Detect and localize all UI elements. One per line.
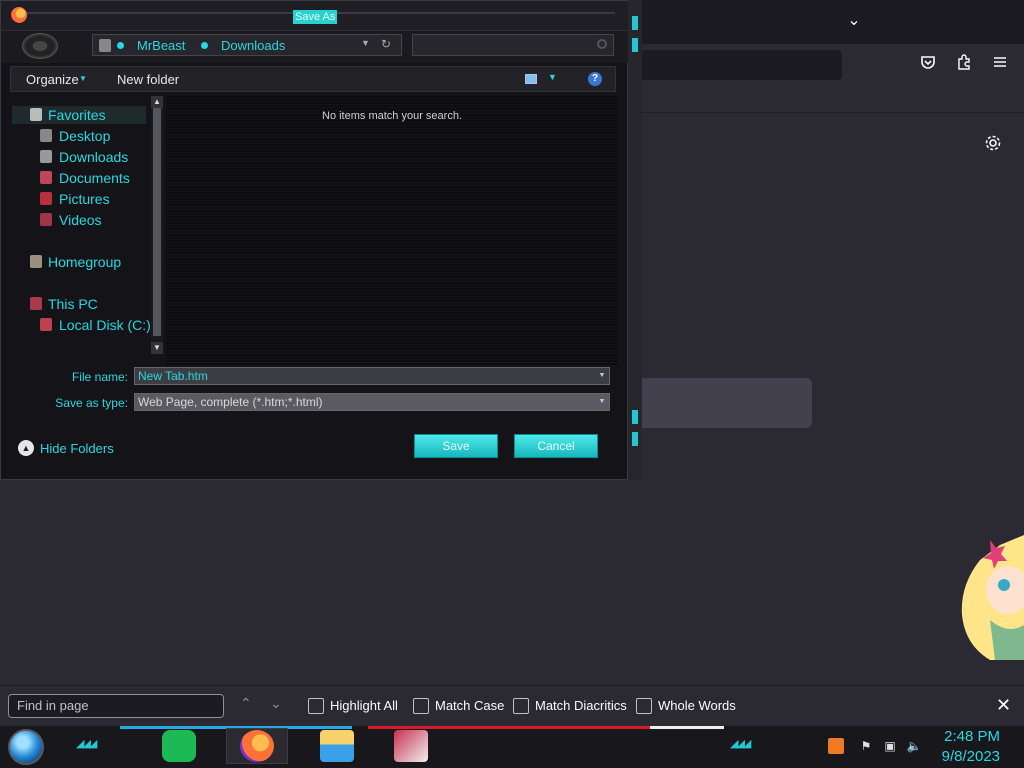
breadcrumb-downloads[interactable]: Downloads xyxy=(221,38,285,54)
nav-favorites[interactable]: Favorites xyxy=(48,106,106,124)
videos-icon xyxy=(40,213,52,226)
taskbar-decoration: ◢◢◢ xyxy=(730,738,751,750)
settings-gear-icon[interactable] xyxy=(983,134,1003,154)
new-folder-button[interactable]: New folder xyxy=(117,72,179,88)
documents-icon xyxy=(40,171,52,184)
search-icon xyxy=(597,39,607,49)
favorites-star-icon xyxy=(30,108,42,121)
this-pc-icon xyxy=(30,297,42,310)
view-options-chevron-icon[interactable]: ▼ xyxy=(548,72,557,82)
save-as-type-select[interactable]: Web Page, complete (*.htm;*.html) ▼ xyxy=(134,393,610,411)
breadcrumb-separator xyxy=(201,42,208,49)
firefox-icon[interactable] xyxy=(240,730,274,762)
hide-folders-button[interactable]: Hide Folders xyxy=(40,441,114,457)
tray-app-icon[interactable] xyxy=(828,738,844,754)
nav-pictures[interactable]: Pictures xyxy=(59,190,110,208)
whole-words-checkbox[interactable] xyxy=(636,698,652,714)
hide-folders-chevron-icon[interactable]: ▲ xyxy=(18,440,34,456)
scroll-up-button[interactable]: ▲ xyxy=(151,96,163,108)
back-forward-orb[interactable] xyxy=(22,33,58,59)
network-icon[interactable]: ▣ xyxy=(882,738,898,754)
find-bar: Find in page ⌃ ⌄ Highlight All Match Cas… xyxy=(0,685,1024,725)
dialog-titlebar[interactable]: Save As xyxy=(1,1,629,31)
save-button[interactable]: Save xyxy=(414,434,498,458)
nav-scroll-thumb[interactable] xyxy=(153,108,161,336)
frame-accent xyxy=(632,38,638,52)
empty-message: No items match your search. xyxy=(322,110,462,122)
find-previous-icon[interactable]: ⌃ xyxy=(240,695,252,712)
taskbar-accent-strip xyxy=(368,726,650,729)
nav-local-disk[interactable]: Local Disk (C:) xyxy=(59,316,151,334)
frame-accent xyxy=(632,410,638,424)
spotify-icon[interactable] xyxy=(162,730,196,762)
star-mascot-sticker xyxy=(961,535,1024,660)
file-list-area[interactable]: No items match your search. xyxy=(166,96,618,366)
file-name-dropdown-icon[interactable]: ▼ xyxy=(595,368,609,384)
new-tab-card[interactable] xyxy=(632,378,812,428)
file-explorer-icon[interactable] xyxy=(320,730,354,762)
extensions-icon[interactable] xyxy=(954,54,974,74)
dialog-frame-edge xyxy=(628,0,642,480)
menu-icon[interactable] xyxy=(990,54,1010,74)
find-in-page-input[interactable]: Find in page xyxy=(8,694,224,718)
scroll-down-button[interactable]: ▼ xyxy=(151,342,163,354)
match-case-checkbox[interactable] xyxy=(413,698,429,714)
list-all-tabs-chevron-icon[interactable]: ⌄ xyxy=(844,11,864,31)
save-as-type-value: Web Page, complete (*.htm;*.html) xyxy=(138,395,323,409)
taskbar-accent-strip xyxy=(650,726,724,729)
match-diacritics-label[interactable]: Match Diacritics xyxy=(535,698,627,714)
folder-search-input[interactable] xyxy=(412,34,614,56)
close-icon[interactable]: ✕ xyxy=(996,695,1011,716)
find-next-icon[interactable]: ⌄ xyxy=(270,695,282,712)
help-icon[interactable]: ? xyxy=(588,72,602,86)
nav-this-pc[interactable]: This PC xyxy=(48,295,98,313)
whole-words-label[interactable]: Whole Words xyxy=(658,698,736,714)
match-case-label[interactable]: Match Case xyxy=(435,698,504,714)
file-name-field[interactable]: New Tab.htm ▼ xyxy=(134,367,610,385)
highlight-all-checkbox[interactable] xyxy=(308,698,324,714)
organize-button[interactable]: Organize xyxy=(26,72,79,88)
change-view-icon[interactable] xyxy=(525,74,537,84)
flag-icon[interactable]: ⚑ xyxy=(858,738,874,754)
downloads-icon xyxy=(40,150,52,163)
pictures-icon xyxy=(40,192,52,205)
nav-homegroup[interactable]: Homegroup xyxy=(48,253,121,271)
highlight-all-label[interactable]: Highlight All xyxy=(330,698,398,714)
dialog-title: Save As xyxy=(293,10,338,24)
frame-accent xyxy=(632,16,638,30)
cancel-button[interactable]: Cancel xyxy=(514,434,598,458)
firefox-icon xyxy=(11,7,27,23)
nav-downloads[interactable]: Downloads xyxy=(59,148,128,166)
breadcrumb[interactable]: MrBeast Downloads ▼ ↻ xyxy=(92,34,402,56)
media-app-icon[interactable] xyxy=(394,730,428,762)
refresh-icon[interactable]: ↻ xyxy=(381,37,391,51)
clock-date[interactable]: 9/8/2023 xyxy=(920,748,1000,765)
save-as-type-dropdown-icon[interactable]: ▼ xyxy=(595,394,609,410)
browser-url-bar[interactable] xyxy=(632,50,842,80)
start-button[interactable] xyxy=(8,729,44,765)
user-folder-icon xyxy=(99,39,111,52)
nav-videos[interactable]: Videos xyxy=(59,211,102,229)
file-name-label: File name: xyxy=(71,370,128,384)
homegroup-icon xyxy=(30,255,42,268)
clock-time[interactable]: 2:48 PM xyxy=(920,728,1000,745)
pocket-icon[interactable] xyxy=(918,54,938,74)
breadcrumb-dropdown-icon[interactable]: ▼ xyxy=(361,38,370,48)
file-name-value: New Tab.htm xyxy=(138,369,208,383)
organize-chevron-icon: ▼ xyxy=(79,74,87,83)
breadcrumb-user[interactable]: MrBeast xyxy=(137,38,185,54)
taskbar-decoration: ◢◢◢ xyxy=(76,738,97,750)
local-disk-icon xyxy=(40,318,52,331)
frame-accent xyxy=(632,432,638,446)
breadcrumb-separator xyxy=(117,42,124,49)
desktop-icon xyxy=(40,129,52,142)
nav-documents[interactable]: Documents xyxy=(59,169,130,187)
match-diacritics-checkbox[interactable] xyxy=(513,698,529,714)
save-as-type-label: Save as type: xyxy=(55,396,128,410)
nav-desktop[interactable]: Desktop xyxy=(59,127,110,145)
